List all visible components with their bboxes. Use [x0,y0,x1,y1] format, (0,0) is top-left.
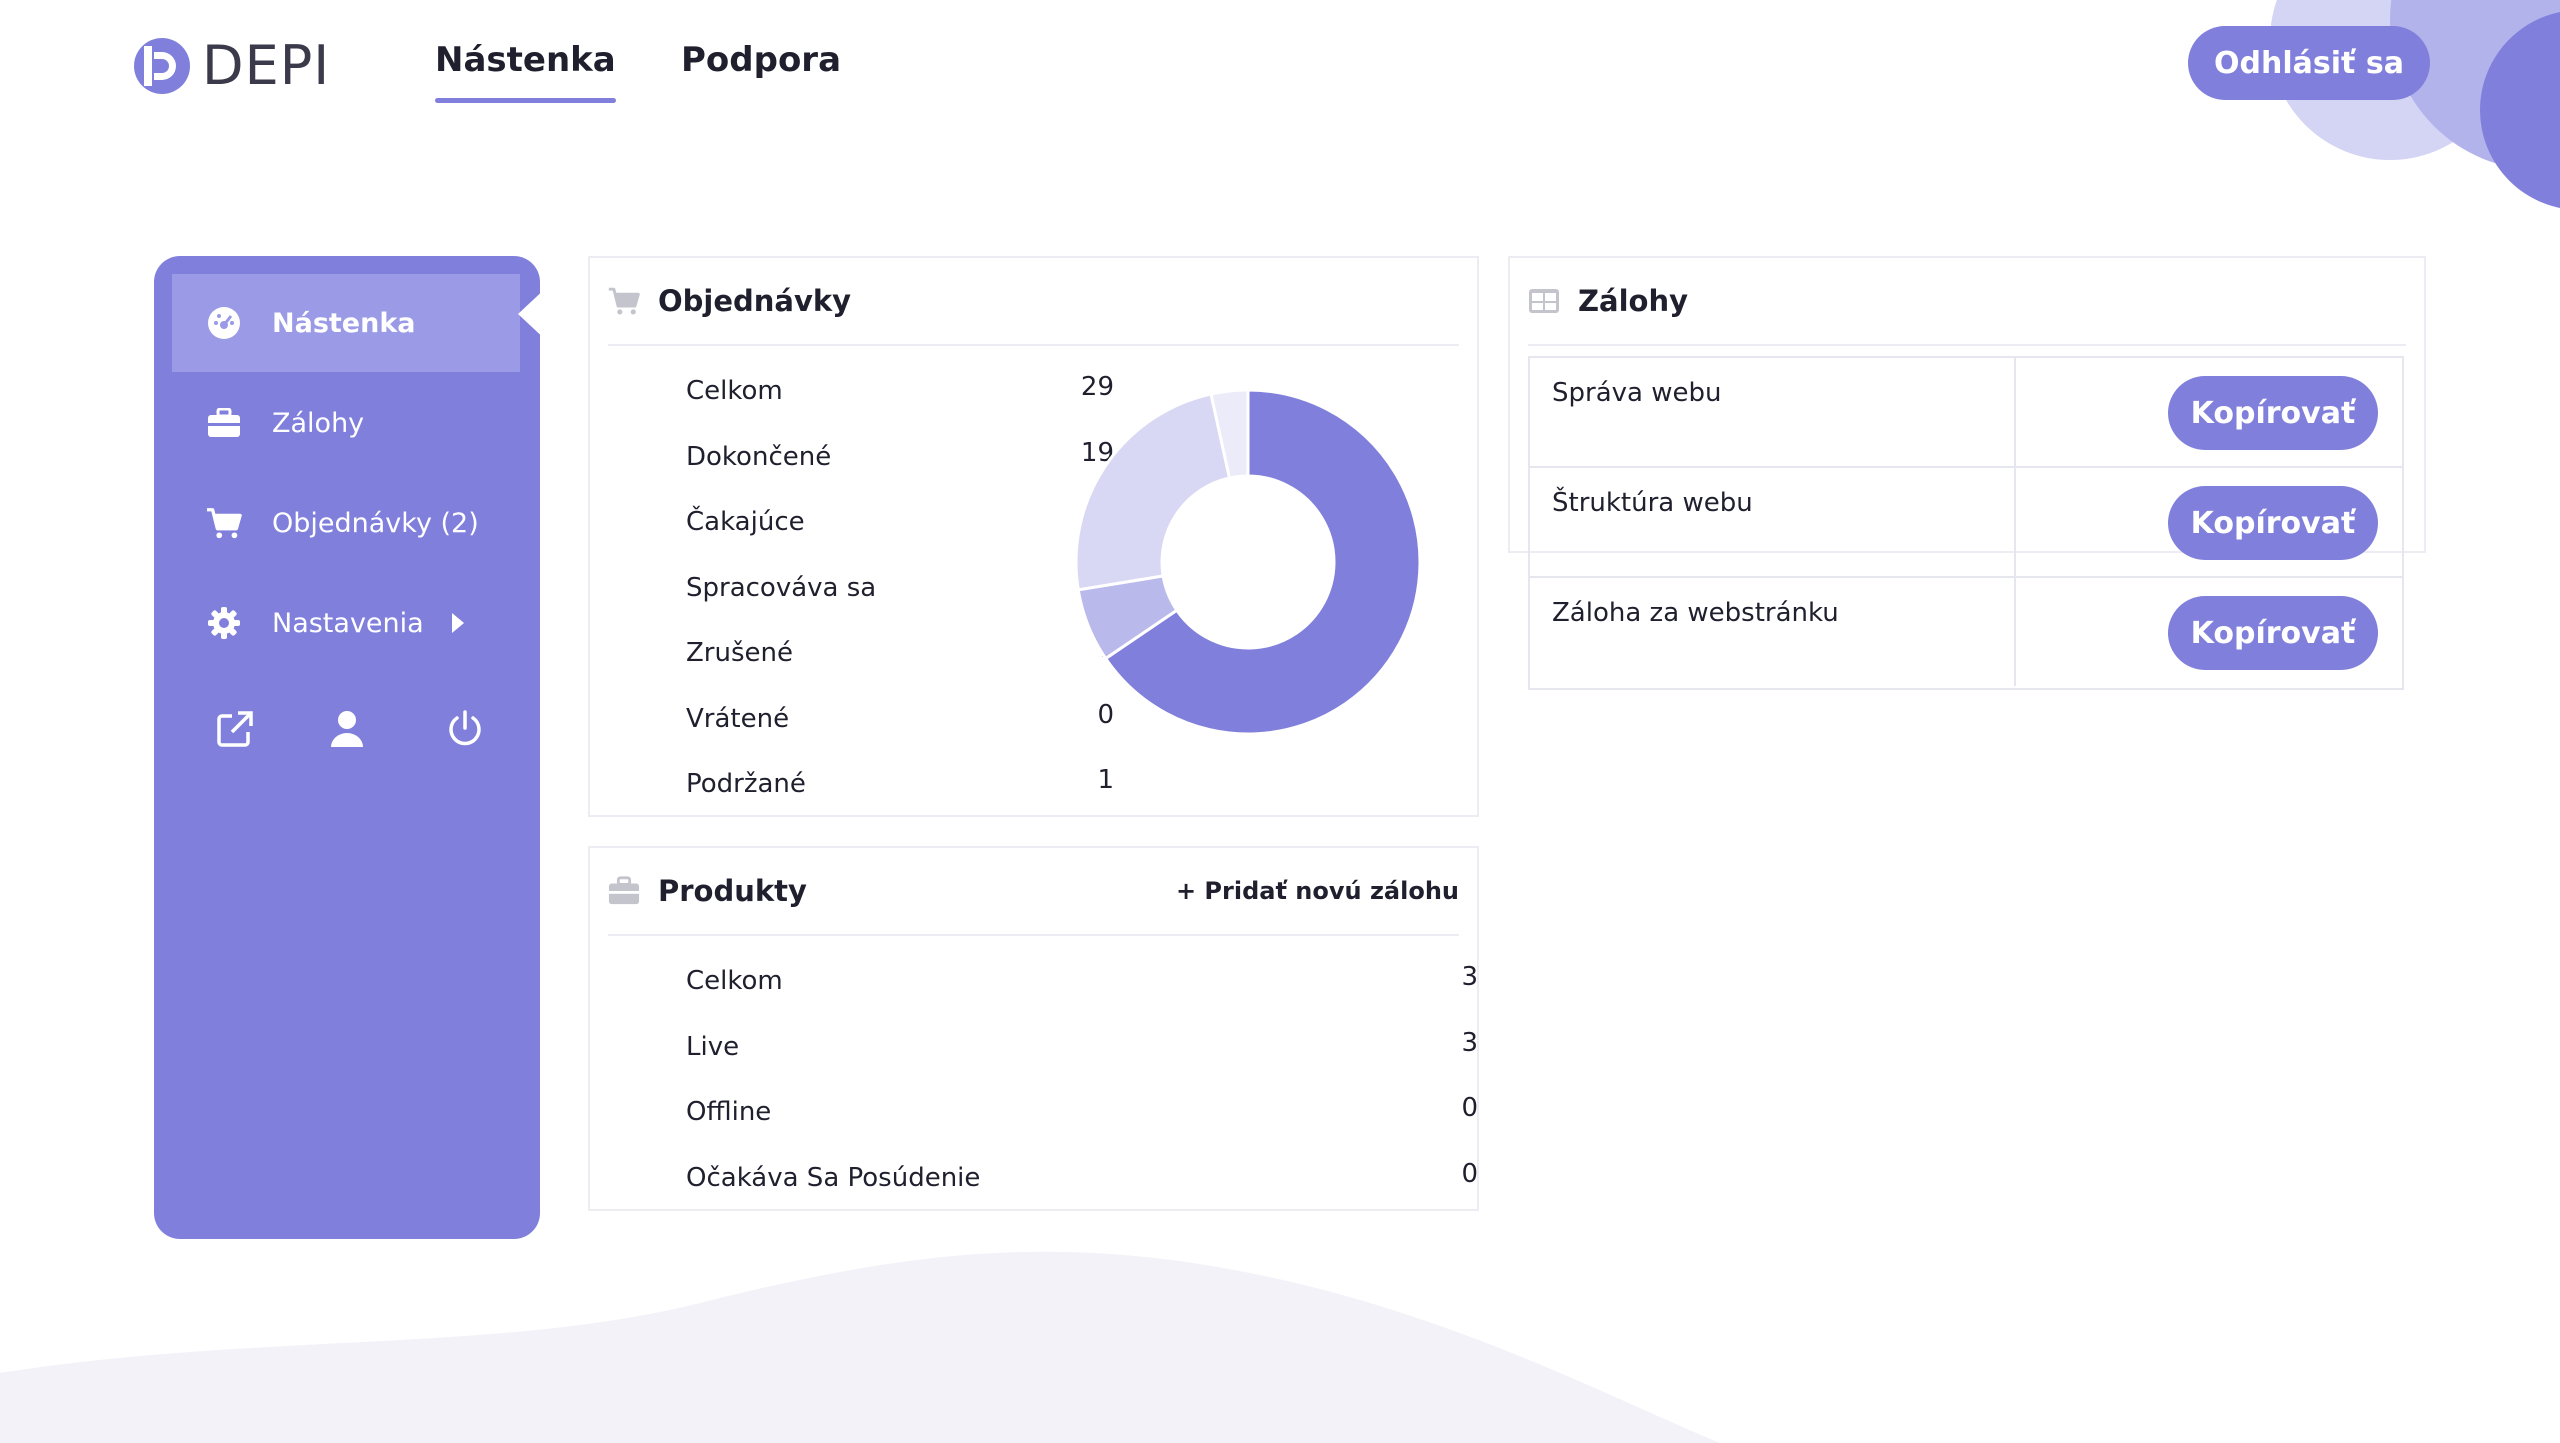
nav-dashboard[interactable]: Nástenka [435,40,616,103]
top-header: DEPI Nástenka Podpora Odhlásiť sa [0,0,2560,130]
stat-row: Čakajúce0 [686,503,1114,547]
add-backup-link[interactable]: + Pridať novú zálohu [1176,877,1459,905]
briefcase-icon [608,876,640,905]
sidebar-item-dashboard[interactable]: Nástenka [172,274,548,372]
stat-row: Celkom 3 [686,962,1478,1006]
briefcase-icon [206,405,242,441]
cart-icon [206,505,242,541]
stat-label: Offline [686,1097,772,1127]
donut-slice[interactable] [1074,392,1232,592]
backup-name: Správa webu [1530,358,2016,466]
stat-value: 1 [1097,765,1114,795]
stat-label: Očakáva Sa Posúdenie [686,1162,981,1193]
stat-row: Podržané 1 [686,765,1114,809]
products-card-header: Produkty + Pridať novú zálohu [608,848,1459,936]
table-icon [1529,289,1559,313]
sidebar: Nástenka Zálohy Objednávky (2) Nastaveni… [154,256,548,1239]
power-icon[interactable] [446,710,486,750]
nav-support[interactable]: Podpora [681,40,841,80]
stat-row: Spracováva sa2 [686,569,1114,613]
sidebar-item-label: Nástenka [272,307,416,339]
table-row: Správa webu Kopírovať [1530,358,2402,468]
stat-row: Celkom 29 [686,372,1114,416]
stat-row: Vrátené 0 [686,700,1114,744]
orders-card: Objednávky Celkom29 Dokončené19 Čakajúce0 S… [588,256,1479,817]
external-link-icon[interactable] [216,710,256,750]
stat-row: Dokončené 19 [686,438,1114,482]
stat-row: Offline 0 [686,1093,1478,1137]
backups-title: Zálohy [1578,284,1689,318]
stat-value: 0 [1461,1093,1478,1123]
active-indicator [518,286,548,342]
stat-label: Celkom [686,376,783,406]
stat-label: Live [686,1031,740,1062]
sidebar-item-orders[interactable]: Objednávky (2) [172,474,520,572]
stat-row: Live 3 [686,1028,1478,1072]
stat-label: Spracováva sa [686,572,877,603]
stat-value: 3 [1461,1027,1478,1058]
sidebar-item-label: Nastavenia [272,607,424,639]
products-card: Produkty + Pridať novú zálohu Celkom 3 Liv… [588,846,1479,1211]
caret-right-icon [451,613,464,633]
stat-label: Čakajúce [686,507,805,537]
stat-label: Zrušené [686,638,793,668]
sidebar-item-settings[interactable]: Nastavenia [172,574,520,672]
sidebar-item-label: Objednávky (2) [272,507,479,539]
stat-value: 0 [1461,1158,1478,1189]
backups-card-header: Zálohy [1528,258,2406,346]
depi-logo-icon [134,37,190,94]
backups-table: Správa webu Kopírovať Štruktúra webu Kop… [1528,356,2404,690]
gear-icon [206,605,242,641]
decorative-wave [0,1251,1720,1443]
orders-donut-chart [1074,388,1422,736]
cart-icon [608,287,640,315]
backup-name: Záloha za webstránku [1530,578,2016,686]
backup-name: Štruktúra webu [1530,468,2016,576]
dashboard-icon [206,305,242,341]
sidebar-item-label: Zálohy [272,407,365,439]
user-icon[interactable] [330,710,370,750]
sidebar-tools [154,704,540,764]
brand-logo[interactable]: DEPI [132,34,330,97]
copy-button[interactable]: Kopírovať [2168,486,2378,560]
stat-label: Podržané [686,769,806,799]
copy-button[interactable]: Kopírovať [2168,376,2378,450]
stat-row: Očakáva Sa Posúdenie 0 [686,1159,1478,1203]
stat-label: Celkom [686,966,783,996]
table-row: Záloha za webstránku Kopírovať [1530,578,2402,688]
stat-row: Zrušené7 [686,634,1114,678]
backups-card: Zálohy Správa webu Kopírovať Štruktúra w… [1508,256,2426,690]
sidebar-item-backups[interactable]: Zálohy [172,374,520,472]
copy-button[interactable]: Kopírovať [2168,596,2378,670]
logout-button[interactable]: Odhlásiť sa [2188,26,2430,100]
stat-value: 3 [1461,962,1478,992]
products-title: Produkty [658,874,807,908]
stat-label: Dokončené [686,441,832,472]
orders-title: Objednávky [658,284,852,318]
table-row: Štruktúra webu Kopírovať [1530,468,2402,578]
logo-text: DEPI [202,34,331,97]
orders-card-header: Objednávky [608,258,1459,346]
stat-label: Vrátené [686,703,790,734]
